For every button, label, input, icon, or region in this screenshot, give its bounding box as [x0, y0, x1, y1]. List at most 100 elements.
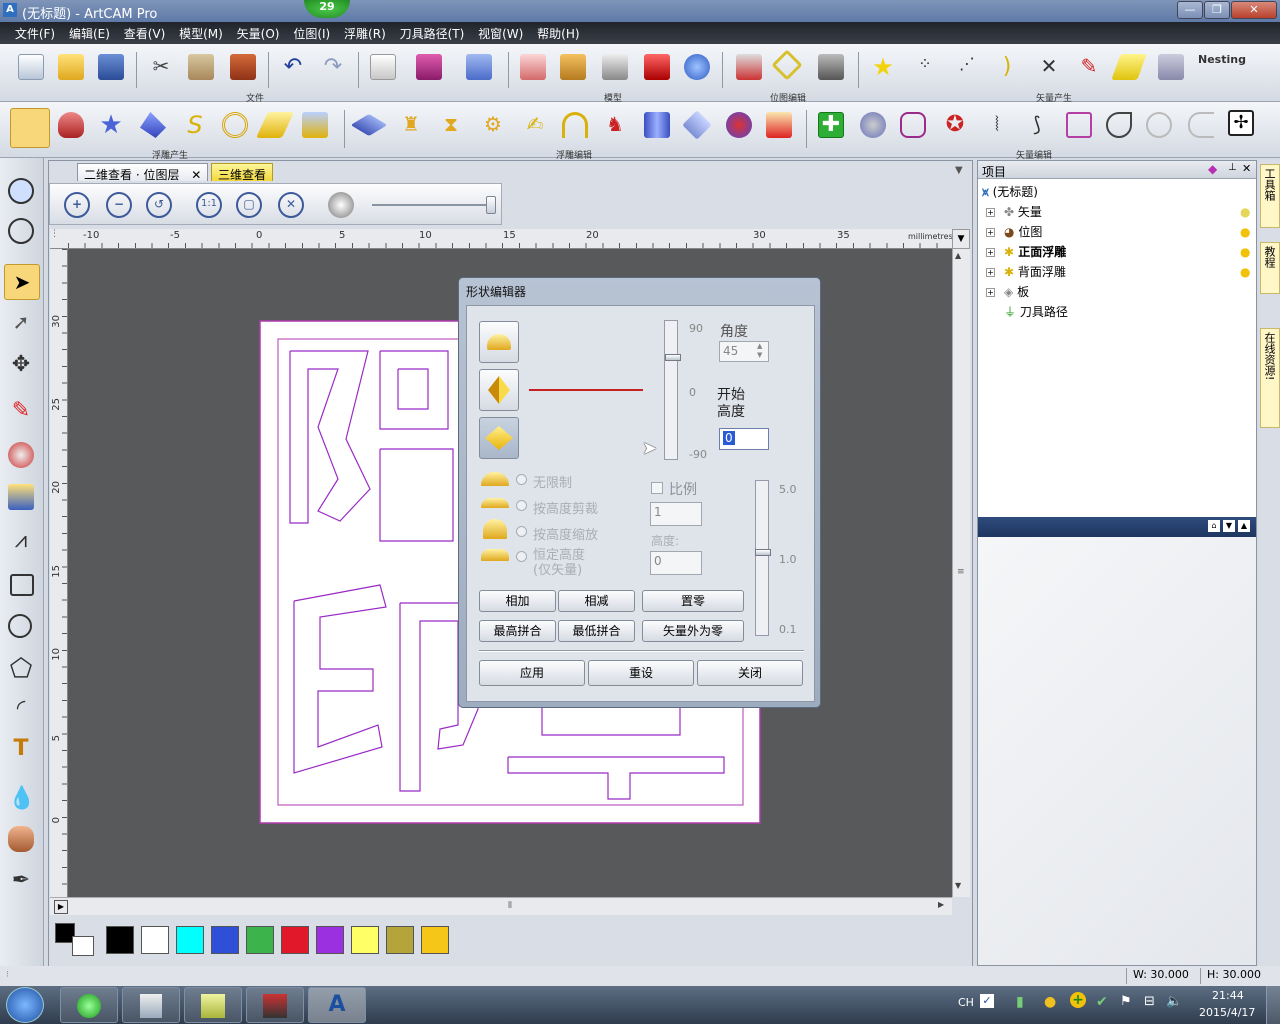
- tree-item-back-relief[interactable]: ✱ 背面浮雕: [1004, 263, 1066, 281]
- tab-dropdown-icon[interactable]: ▼: [955, 165, 963, 176]
- apply-button[interactable]: 应用: [479, 660, 585, 686]
- maximize-button[interactable]: ❐: [1204, 1, 1230, 19]
- taskbar-app-notes[interactable]: [184, 987, 242, 1023]
- taskbar-app-camera[interactable]: [246, 987, 304, 1023]
- model-tool-icon[interactable]: [644, 54, 670, 80]
- polyline-icon[interactable]: ⩘: [8, 528, 34, 554]
- palette-swatch-cyan[interactable]: [176, 926, 204, 954]
- back-relief-bulb-icon[interactable]: ●: [1240, 265, 1250, 279]
- relief-star-icon[interactable]: ★: [98, 112, 124, 138]
- vector-star-edit-icon[interactable]: ✪: [942, 112, 968, 138]
- close-window-button[interactable]: ✕: [1231, 1, 1277, 19]
- knife-icon[interactable]: ✒: [8, 868, 34, 894]
- menu-help[interactable]: 帮助(H): [532, 22, 584, 45]
- tray-check-icon[interactable]: ✓: [980, 994, 994, 1008]
- subtract-button[interactable]: 相减: [558, 590, 635, 612]
- palette-swatch-gold[interactable]: [421, 926, 449, 954]
- bitmap-frame-icon[interactable]: [771, 49, 803, 81]
- tree-item-front-relief[interactable]: ✱ 正面浮雕: [1004, 243, 1066, 261]
- zoom-select-icon[interactable]: [8, 178, 34, 204]
- viewport-vertical-scrollbar[interactable]: ▲ ▼ ≡: [952, 249, 970, 897]
- panel-tag-icon[interactable]: ◆: [1208, 162, 1217, 176]
- relief-erase-icon[interactable]: [766, 112, 792, 138]
- scroll-right-icon[interactable]: ▶: [938, 900, 944, 909]
- zoom-previous-icon[interactable]: ↺: [146, 192, 172, 218]
- wizard-icon[interactable]: [466, 54, 492, 80]
- copy-icon[interactable]: [188, 54, 214, 80]
- settings-gear-icon[interactable]: [328, 192, 354, 218]
- round-profile-button[interactable]: [479, 321, 519, 363]
- vector-trim-icon[interactable]: ⟆: [1024, 112, 1050, 138]
- scale-input[interactable]: 1: [650, 502, 702, 526]
- front-relief-bulb-icon[interactable]: ●: [1240, 245, 1250, 259]
- zoom-in-icon[interactable]: +: [64, 192, 90, 218]
- book-icon[interactable]: [416, 54, 442, 80]
- star-vector-icon[interactable]: ★: [870, 54, 896, 80]
- tab-close-icon[interactable]: ✕: [191, 168, 201, 182]
- menu-window[interactable]: 视窗(W): [473, 22, 528, 45]
- bitmaps-bulb-icon[interactable]: ●: [1240, 225, 1250, 239]
- start-height-input[interactable]: 0: [719, 428, 769, 450]
- side-tab-toolbox[interactable]: 工具箱: [1260, 164, 1280, 228]
- paste-icon[interactable]: [230, 54, 256, 80]
- redo-icon[interactable]: ↷: [320, 54, 346, 80]
- side-tab-tutorials[interactable]: 教程: [1260, 242, 1280, 294]
- pencil-icon[interactable]: ✎: [8, 398, 34, 424]
- ruler-menu-icon[interactable]: ▼: [952, 229, 970, 249]
- vector-offset-icon[interactable]: [900, 112, 926, 138]
- bitmap-edit-icon[interactable]: [818, 54, 844, 80]
- cut-icon[interactable]: ✂: [148, 54, 174, 80]
- menu-edit[interactable]: 编辑(E): [64, 22, 115, 45]
- minimize-button[interactable]: —: [1177, 1, 1203, 19]
- relief-offset-icon[interactable]: ⚙: [480, 112, 506, 138]
- open-file-icon[interactable]: [58, 54, 84, 80]
- tree-item-sheets[interactable]: ◈ 板: [1004, 283, 1029, 301]
- relief-weave-icon[interactable]: [222, 112, 248, 138]
- taskbar-app-artcam[interactable]: A: [308, 987, 366, 1023]
- scale-height-radio[interactable]: [516, 526, 527, 537]
- expand-back-relief-icon[interactable]: +: [986, 268, 995, 277]
- angle-spinner-icon[interactable]: ▲ ▼: [757, 342, 762, 360]
- add-button[interactable]: 相加: [479, 590, 556, 612]
- vector-weld-icon[interactable]: [860, 112, 886, 138]
- vector-transform-icon[interactable]: ✢: [1228, 110, 1254, 136]
- lower-panel-up-icon[interactable]: ▲: [1238, 520, 1250, 532]
- fill-vector-icon[interactable]: [1111, 54, 1147, 80]
- relief-extrude-icon[interactable]: [140, 112, 166, 138]
- expand-bitmaps-icon[interactable]: +: [986, 228, 995, 237]
- vector-group-icon[interactable]: [1066, 112, 1092, 138]
- bitmap-vector-icon[interactable]: [736, 54, 762, 80]
- circle-icon[interactable]: [8, 614, 32, 638]
- vector-add-icon[interactable]: ✚: [818, 112, 844, 138]
- model-sphere-icon[interactable]: [684, 54, 710, 80]
- tab-2d-view[interactable]: 二维查看 · 位图层 ✕: [77, 163, 209, 182]
- relief-smooth-icon[interactable]: ♜: [398, 112, 424, 138]
- arc-icon[interactable]: ◜: [8, 696, 34, 722]
- lower-panel-home-icon[interactable]: ⌂: [1208, 520, 1220, 532]
- zero-button[interactable]: 置零: [642, 590, 744, 612]
- undo-icon[interactable]: ↶: [280, 54, 306, 80]
- menu-vector[interactable]: 矢量(O): [232, 22, 285, 45]
- merge-lowest-button[interactable]: 最低拼合: [558, 620, 635, 642]
- pen-vector-icon[interactable]: ✎: [1076, 54, 1102, 80]
- expand-sheets-icon[interactable]: +: [986, 288, 995, 297]
- clock-time[interactable]: 21:44: [1212, 989, 1244, 1002]
- tray-volume-icon[interactable]: 🔈: [1166, 994, 1182, 1009]
- model-lion-icon[interactable]: [560, 54, 586, 80]
- tab-3d-view[interactable]: 三维查看: [211, 163, 274, 182]
- scroll-grip-icon[interactable]: ⦀: [508, 901, 512, 911]
- zoom-fit-icon[interactable]: ▢: [236, 192, 262, 218]
- scale-checkbox[interactable]: [651, 482, 663, 494]
- menu-model[interactable]: 模型(M): [174, 22, 228, 45]
- expand-vectors-icon[interactable]: +: [986, 208, 995, 217]
- view-slider-track[interactable]: [372, 204, 490, 206]
- show-desktop-button[interactable]: [1266, 986, 1280, 1024]
- scroll-down-icon[interactable]: ▼: [955, 881, 961, 890]
- relief-spin-icon[interactable]: S: [182, 112, 208, 138]
- close-dialog-button[interactable]: 关闭: [697, 660, 803, 686]
- relief-tilt-icon[interactable]: [682, 110, 712, 140]
- constant-height-radio[interactable]: [516, 551, 527, 562]
- taskbar-app-calculator[interactable]: [122, 987, 180, 1023]
- scale-slider-thumb[interactable]: [755, 549, 771, 556]
- tray-plus-icon[interactable]: +: [1070, 992, 1086, 1008]
